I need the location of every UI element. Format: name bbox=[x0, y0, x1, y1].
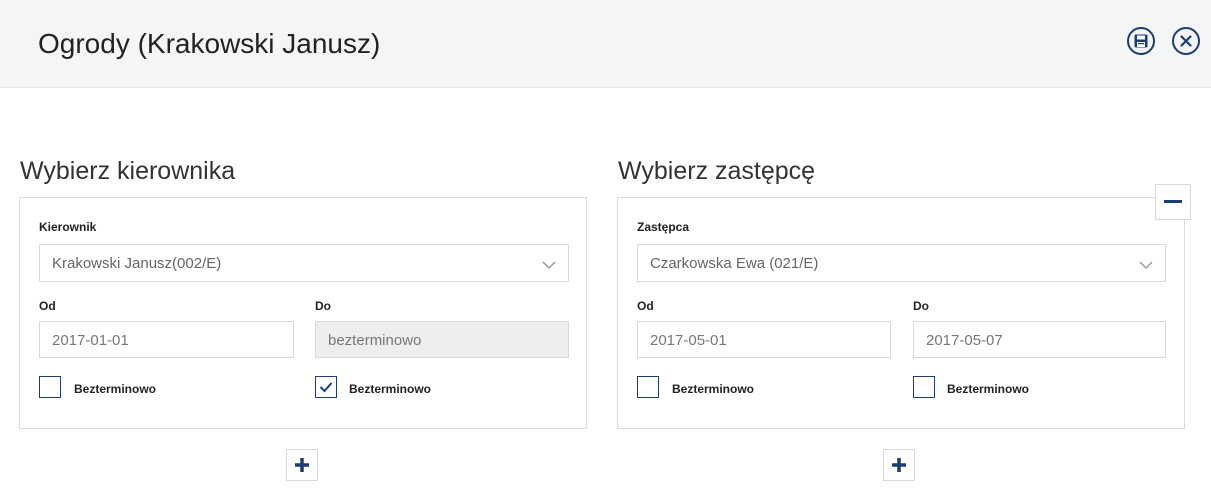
manager-section-title: Wybierz kierownika bbox=[20, 157, 236, 185]
deputy-select[interactable]: Czarkowska Ewa (021/E) bbox=[637, 244, 1166, 282]
manager-select-value: Krakowski Janusz(002/E) bbox=[52, 255, 222, 272]
deputy-from-date-value: 2017-05-01 bbox=[650, 332, 727, 349]
deputy-select-label: Zastępca bbox=[637, 220, 690, 234]
deputy-from-indefinite-checkbox[interactable] bbox=[637, 376, 659, 398]
checkmark-icon bbox=[319, 382, 333, 393]
add-deputy-button[interactable] bbox=[883, 449, 915, 481]
deputy-to-date-input[interactable]: 2017-05-07 bbox=[913, 321, 1166, 358]
manager-select[interactable]: Krakowski Janusz(002/E) bbox=[39, 244, 569, 282]
manager-to-indefinite-checkbox[interactable] bbox=[315, 376, 337, 398]
deputy-select-value: Czarkowska Ewa (021/E) bbox=[650, 255, 819, 272]
deputy-panel: Zastępca Czarkowska Ewa (021/E) Od 2017-… bbox=[617, 197, 1185, 429]
deputy-to-label: Do bbox=[913, 299, 929, 313]
deputy-section-title: Wybierz zastępcę bbox=[618, 157, 816, 185]
manager-from-indefinite-checkbox[interactable] bbox=[39, 376, 61, 398]
manager-to-date-input[interactable]: bezterminowo bbox=[315, 321, 569, 358]
chevron-down-icon bbox=[542, 257, 556, 275]
manager-to-label: Do bbox=[315, 299, 331, 313]
add-manager-button[interactable] bbox=[286, 449, 318, 481]
deputy-to-date-value: 2017-05-07 bbox=[926, 332, 1003, 349]
chevron-down-icon bbox=[1139, 257, 1153, 275]
manager-from-label: Od bbox=[39, 299, 56, 313]
deputy-to-indefinite-label: Bezterminowo bbox=[947, 382, 1030, 396]
close-icon bbox=[1180, 35, 1192, 47]
save-button[interactable] bbox=[1127, 27, 1155, 55]
manager-from-date-input[interactable]: 2017-01-01 bbox=[39, 321, 294, 358]
plus-icon bbox=[295, 458, 309, 472]
close-button[interactable] bbox=[1172, 27, 1200, 55]
remove-deputy-button[interactable] bbox=[1155, 184, 1191, 220]
floppy-disk-icon bbox=[1134, 34, 1148, 48]
plus-icon bbox=[892, 458, 906, 472]
page-title: Ogrody (Krakowski Janusz) bbox=[38, 28, 381, 59]
manager-from-date-value: 2017-01-01 bbox=[52, 332, 129, 349]
manager-to-date-value: bezterminowo bbox=[328, 332, 422, 349]
deputy-from-indefinite-label: Bezterminowo bbox=[672, 382, 755, 396]
dialog-header: Ogrody (Krakowski Janusz) bbox=[0, 0, 1211, 88]
manager-select-label: Kierownik bbox=[39, 220, 97, 234]
deputy-from-label: Od bbox=[637, 299, 654, 313]
minus-icon bbox=[1164, 200, 1182, 203]
manager-panel: Kierownik Krakowski Janusz(002/E) Od 201… bbox=[19, 197, 587, 429]
deputy-from-date-input[interactable]: 2017-05-01 bbox=[637, 321, 891, 358]
deputy-to-indefinite-checkbox[interactable] bbox=[913, 376, 935, 398]
manager-from-indefinite-label: Bezterminowo bbox=[74, 382, 157, 396]
manager-to-indefinite-label: Bezterminowo bbox=[349, 382, 432, 396]
